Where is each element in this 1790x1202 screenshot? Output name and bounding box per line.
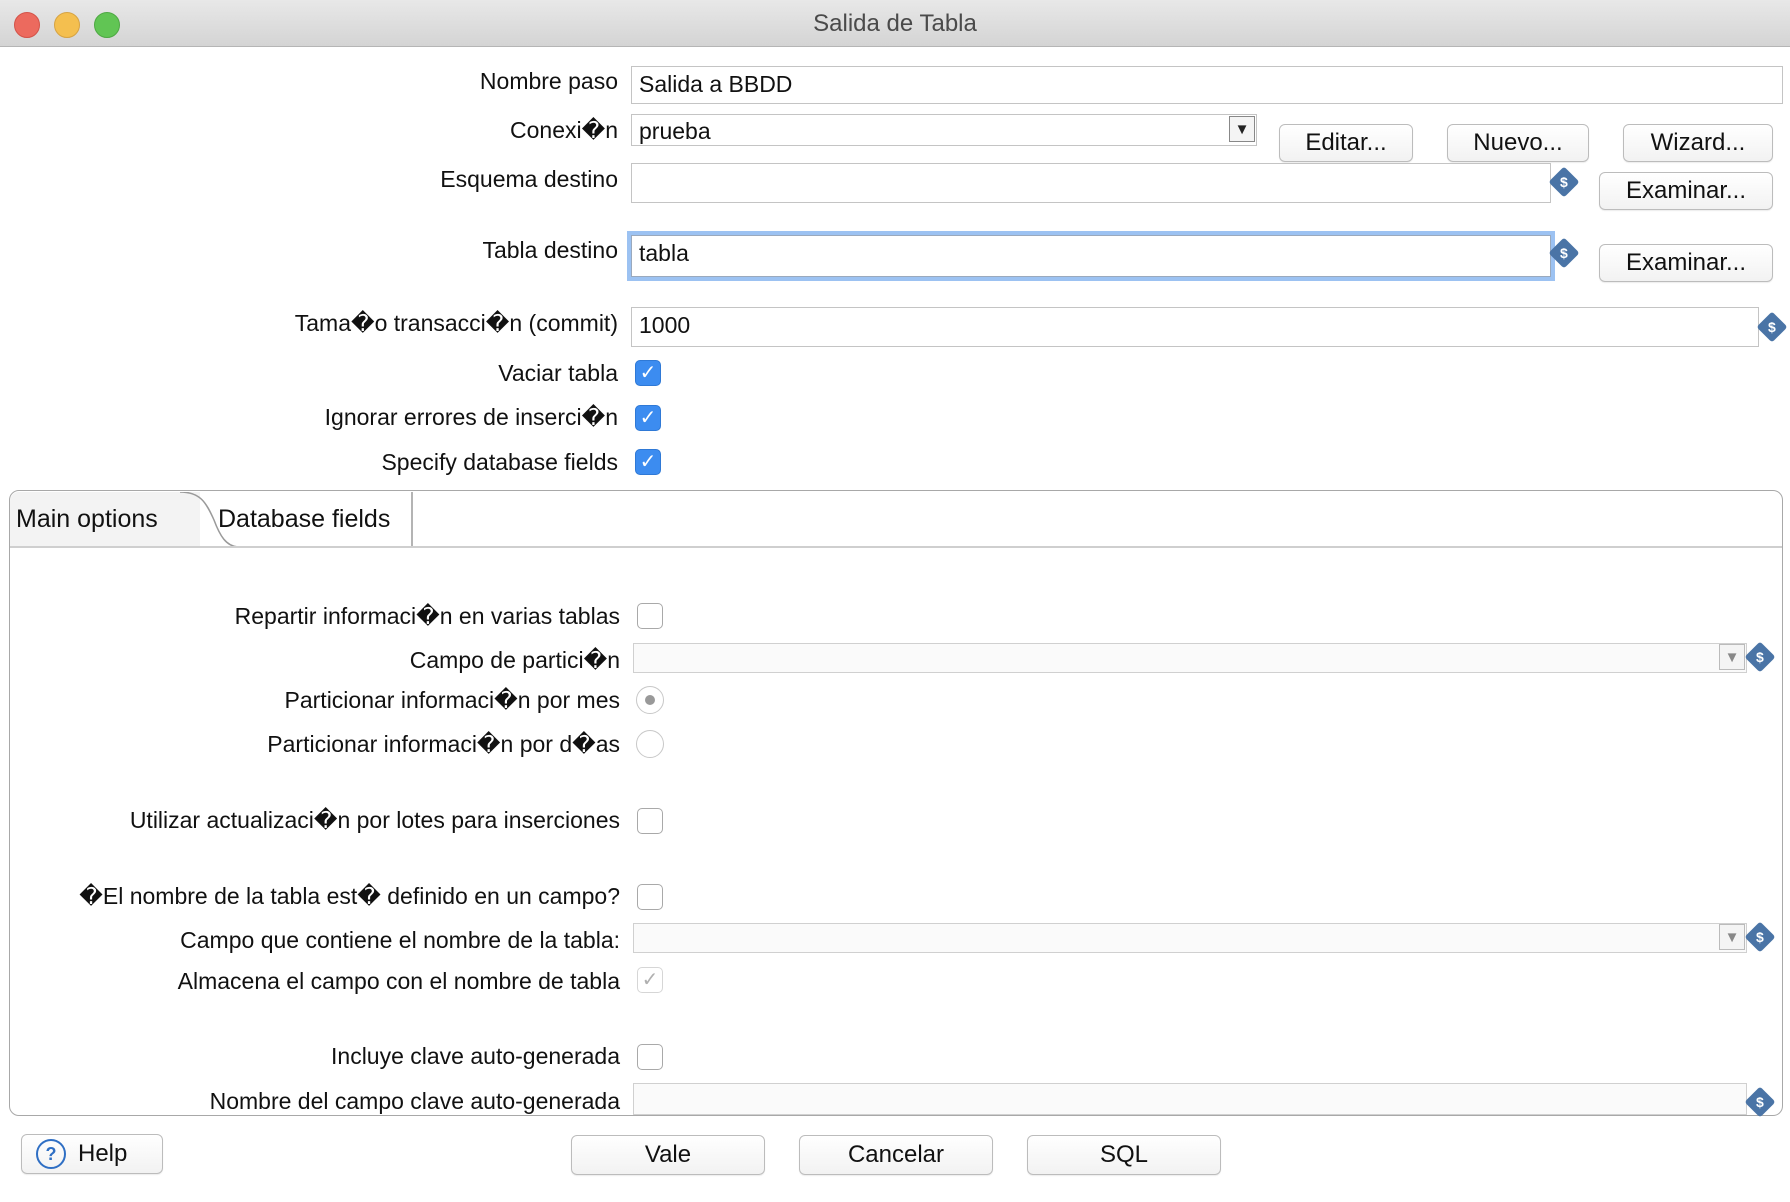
partition-month-radio[interactable] [636,686,664,714]
truncate-table-checkbox[interactable]: ✓ [635,360,661,386]
connection-label: Conexi�n [510,117,618,143]
partition-month-label: Particionar informaci�n por mes [284,687,620,713]
table-name-field-label: Campo que contiene el nombre de la tabla… [180,927,620,953]
auto-key-label: Incluye clave auto-generada [331,1043,620,1069]
partition-tables-checkbox[interactable] [637,603,663,629]
ignore-errors-label: Ignorar errores de inserci�n [324,404,618,430]
question-circle-icon: ? [36,1139,66,1169]
browse-schema-button[interactable]: Examinar... [1599,172,1773,210]
specify-fields-checkbox[interactable]: ✓ [635,449,661,475]
partition-tables-label: Repartir informaci�n en varias tablas [234,603,620,629]
help-button-label: Help [78,1140,128,1167]
tab-panel [9,490,1783,1116]
step-name-label: Nombre paso [479,68,618,94]
partition-day-radio[interactable] [636,730,664,758]
cancel-button[interactable]: Cancelar [799,1135,993,1175]
batch-updates-checkbox[interactable] [637,808,663,834]
ignore-errors-checkbox[interactable]: ✓ [635,405,661,431]
batch-updates-label: Utilizar actualizaci�n por lotes para in… [129,807,620,833]
tab-main-options-label[interactable]: Main options [16,505,158,534]
new-connection-button[interactable]: Nuevo... [1447,124,1589,162]
target-schema-input[interactable] [631,163,1551,203]
chevron-down-icon[interactable]: ▼ [1719,644,1745,670]
table-name-field-select[interactable] [633,923,1747,953]
step-name-input[interactable]: Salida a BBDD [631,66,1783,104]
edit-connection-button[interactable]: Editar... [1279,124,1413,162]
commit-size-label: Tama�o transacci�n (commit) [294,310,618,336]
wizard-button[interactable]: Wizard... [1623,124,1773,162]
tab-divider [411,492,413,548]
specify-fields-label: Specify database fields [381,449,618,475]
table-name-in-field-label: �El nombre de la tabla est� definido en … [79,883,620,909]
target-table-label: Tabla destino [482,237,618,263]
window-title: Salida de Tabla [813,10,977,37]
auto-key-checkbox[interactable] [637,1044,663,1070]
target-schema-label: Esquema destino [440,166,618,192]
partition-day-label: Particionar informaci�n por d�as [267,731,620,757]
help-button[interactable]: ? Help [21,1134,163,1174]
chevron-down-icon[interactable]: ▼ [1229,116,1255,142]
connection-select[interactable]: prueba [631,114,1257,146]
truncate-table-label: Vaciar tabla [498,360,618,386]
sql-button[interactable]: SQL [1027,1135,1221,1175]
tab-strip-border [10,546,1782,548]
tab-database-fields[interactable]: Database fields [218,505,390,534]
commit-size-input[interactable]: 1000 [631,307,1759,347]
target-table-input[interactable]: tabla [631,235,1551,277]
title-bar: Salida de Tabla [0,0,1790,47]
store-table-name-label: Almacena el campo con el nombre de tabla [177,968,620,994]
auto-key-field-input[interactable] [633,1083,1747,1115]
chevron-down-icon[interactable]: ▼ [1719,924,1745,950]
store-table-name-checkbox[interactable]: ✓ [637,967,663,993]
partition-field-select[interactable] [633,643,1747,673]
table-name-in-field-checkbox[interactable] [637,884,663,910]
auto-key-field-label: Nombre del campo clave auto-generada [209,1088,620,1114]
browse-table-button[interactable]: Examinar... [1599,244,1773,282]
partition-field-label: Campo de partici�n [409,647,620,673]
ok-button[interactable]: Vale [571,1135,765,1175]
